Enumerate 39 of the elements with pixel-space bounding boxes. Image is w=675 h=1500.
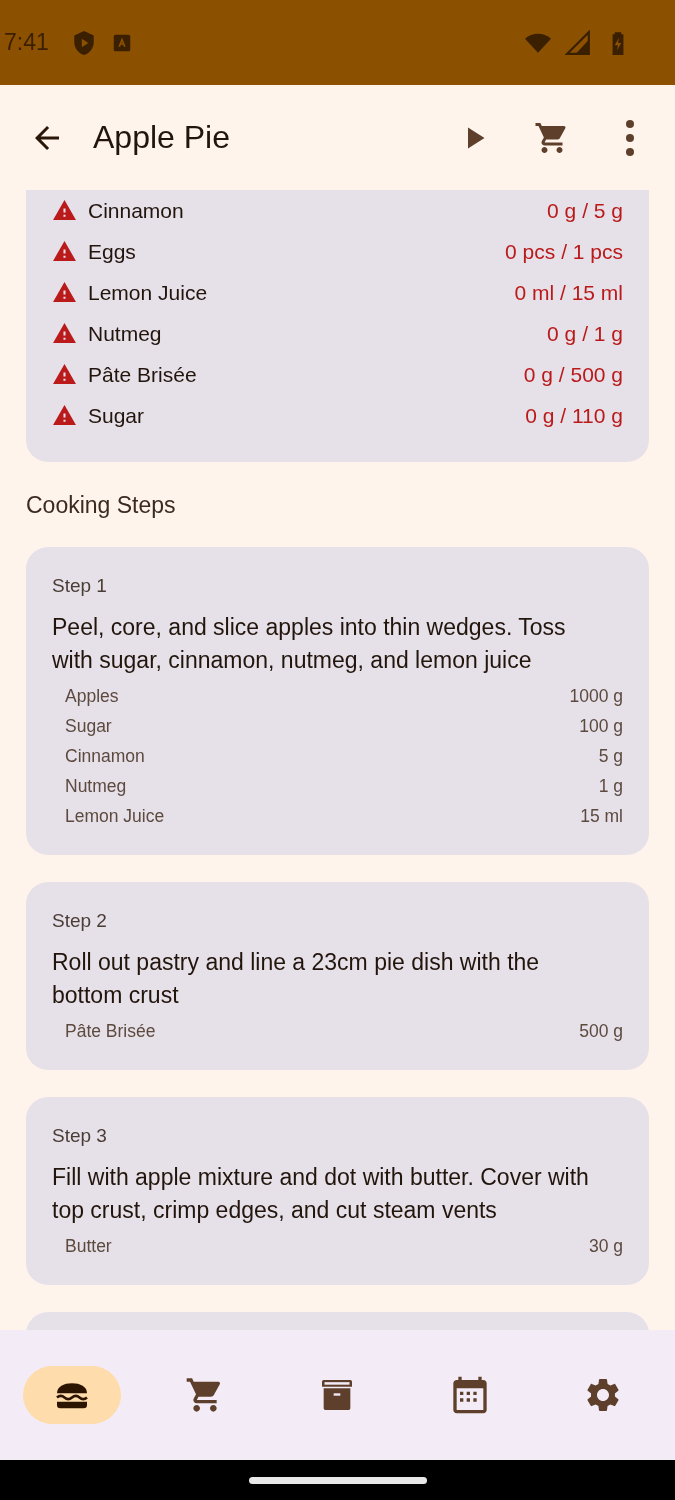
step-ingredient-name: Lemon Juice	[65, 805, 165, 828]
step-ingredient-name: Pâte Brisée	[65, 1020, 156, 1043]
ingredient-amount: 0 g / 110 g	[525, 403, 623, 428]
more-options-icon	[625, 118, 635, 157]
step-ingredient-name: Cinnamon	[65, 745, 145, 768]
ingredient-amount: 0 g / 500 g	[523, 362, 623, 387]
step-ingredient-amount: 500 g	[579, 1020, 623, 1043]
step-ingredient-name: Sugar	[65, 715, 112, 738]
ingredient-name: Nutmeg	[88, 321, 162, 346]
step-title: Step 3	[52, 1125, 108, 1147]
step-text: Roll out pastry and line a 23cm pie dish with the bottom crust	[52, 948, 541, 1010]
ingredient-amount: 0 ml / 15 ml	[514, 280, 623, 305]
step-ingredient-name: Butter	[65, 1235, 112, 1258]
step-title: Step 1	[52, 575, 108, 597]
step-ingredient-name: Nutmeg	[65, 775, 127, 798]
step-ingredient-name: Apples	[65, 685, 119, 708]
step-ingredient-amount: 5 g	[598, 745, 623, 768]
step-text: Peel, core, and slice apples into thin wedges. Toss with sugar, cinnamon, nutmeg, and lemon juice	[52, 613, 567, 675]
step-ingredient-amount: 100 g	[579, 715, 623, 738]
section-heading: Cooking Steps	[26, 492, 177, 519]
step-ingredient-amount: 1000 g	[569, 685, 623, 708]
gesture-handle[interactable]	[248, 1476, 427, 1484]
step-ingredient-amount: 30 g	[588, 1235, 623, 1258]
page-title: Apple Pie	[93, 119, 230, 156]
ingredient-name: Eggs	[88, 239, 136, 264]
ingredient-name: Pâte Brisée	[88, 362, 197, 387]
status-time: 7:41	[4, 29, 49, 56]
step-ingredient-amount: 15 ml	[580, 805, 623, 828]
step-title: Step 2	[52, 910, 108, 932]
ingredient-name: Cinnamon	[88, 198, 184, 223]
step-text: Fill with apple mixture and dot with butter. Cover with top crust, crimp edges, and cut steam vents	[52, 1163, 590, 1225]
ingredient-name: Lemon Juice	[88, 280, 208, 305]
ingredient-amount: 0 g / 5 g	[547, 198, 623, 223]
step-ingredient-amount: 1 g	[598, 775, 623, 798]
nav-tab[interactable]	[23, 1366, 122, 1424]
ingredient-amount: 0 pcs / 1 pcs	[505, 239, 623, 264]
signal-icon	[565, 29, 591, 56]
ingredient-name: Sugar	[88, 403, 145, 428]
ingredient-amount: 0 g / 1 g	[547, 321, 623, 346]
